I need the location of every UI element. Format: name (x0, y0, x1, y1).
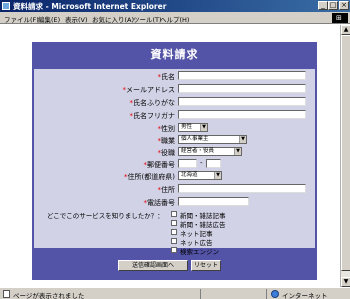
phone-input[interactable] (178, 197, 249, 206)
email-label: *メールアドレス (122, 86, 176, 94)
phone-label: *電話番号 (143, 199, 176, 207)
occupation-label: *職業 (157, 137, 176, 145)
menu-tools[interactable]: ツール(T) (133, 14, 162, 24)
katakana-input[interactable] (178, 110, 306, 119)
maximize-icon[interactable]: □ (328, 1, 338, 10)
minimize-icon[interactable]: _ (318, 1, 328, 10)
chevron-down-icon: ▼ (214, 172, 221, 179)
status-bar: ページが表示されました インターネット (0, 287, 350, 299)
status-text: ページが表示されました (13, 292, 85, 299)
prefecture-select[interactable]: 北海道 ▼ (178, 171, 222, 180)
address-input[interactable] (178, 184, 306, 193)
menu-edit[interactable]: 編集(E) (38, 14, 60, 24)
reset-button[interactable]: リセット (191, 260, 221, 271)
option-checkbox-0[interactable] (171, 211, 177, 217)
address-label: *住所 (157, 186, 176, 194)
title-bar: 資料請求 - Microsoft Internet Explorer _ □ × (0, 0, 350, 12)
chevron-down-icon: ▼ (239, 136, 246, 143)
option-checkbox-3[interactable] (171, 238, 177, 244)
postal-input-1[interactable] (178, 159, 197, 168)
postal-separator: - (200, 159, 203, 167)
occupation-select[interactable]: 個人事業主 ▼ (178, 135, 247, 144)
hiragana-input[interactable] (178, 97, 306, 106)
submit-button[interactable]: 送信確認画面へ (118, 260, 188, 271)
name-label: *氏名 (157, 73, 176, 81)
gender-label: *性別 (157, 125, 176, 133)
scroll-up-icon[interactable]: ▲ (341, 25, 350, 35)
scroll-down-icon[interactable]: ▼ (341, 277, 350, 287)
menu-bar: ファイル(F) 編集(E) 表示(V) お気に入り(A) ツール(T) ヘルプ(… (0, 12, 350, 24)
position-select[interactable]: 経営者・役員 ▼ (178, 147, 242, 156)
form-heading: 資料請求 (150, 48, 199, 61)
close-icon[interactable]: × (339, 1, 349, 10)
position-label: *役職 (157, 149, 176, 157)
chevron-down-icon: ▼ (234, 148, 241, 155)
menu-favorites[interactable]: お気に入り(A) (92, 14, 134, 24)
globe-icon (271, 290, 279, 298)
chevron-down-icon: ▼ (200, 124, 207, 131)
option-checkbox-2[interactable] (171, 229, 177, 235)
katakana-label: *氏名フリガナ (129, 112, 176, 120)
vertical-scrollbar[interactable]: ▲ ▼ (340, 25, 350, 287)
postal-label: *郵便番号 (143, 161, 176, 169)
scroll-thumb[interactable] (341, 35, 350, 271)
zone-text: インターネット (282, 292, 328, 299)
source-question: どこでこのサービスを知りましたか？： (47, 212, 164, 220)
form-area: *氏名 *メールアドレス *氏名ふりがな *氏名フリガナ *性別 男性 ▼ *職業… (34, 69, 315, 256)
page-icon (3, 290, 10, 298)
windows-logo: ⊞ (332, 13, 348, 23)
ie-app-icon (2, 2, 10, 10)
windows-flag-icon: ⊞ (336, 14, 342, 22)
postal-input-2[interactable] (206, 159, 221, 168)
email-input[interactable] (178, 84, 306, 93)
option-checkbox-1[interactable] (171, 220, 177, 226)
gender-select[interactable]: 男性 ▼ (178, 123, 208, 132)
prefecture-label: *住所(都道府県) (124, 173, 175, 181)
name-input[interactable] (178, 71, 306, 80)
option-label-4: 検索エンジン (180, 248, 219, 256)
hiragana-label: *氏名ふりがな (129, 99, 176, 107)
request-form-panel: 資料請求 *氏名 *メールアドレス *氏名ふりがな *氏名フリガナ *性別 男性… (32, 42, 317, 280)
menu-help[interactable]: ヘルプ(H) (160, 14, 189, 24)
status-divider (266, 289, 267, 299)
menu-view[interactable]: 表示(V) (65, 14, 88, 24)
status-divider (200, 289, 201, 299)
menu-file[interactable]: ファイル(F) (4, 14, 39, 24)
window-title: 資料請求 - Microsoft Internet Explorer (13, 2, 167, 11)
option-checkbox-4[interactable] (171, 247, 177, 253)
